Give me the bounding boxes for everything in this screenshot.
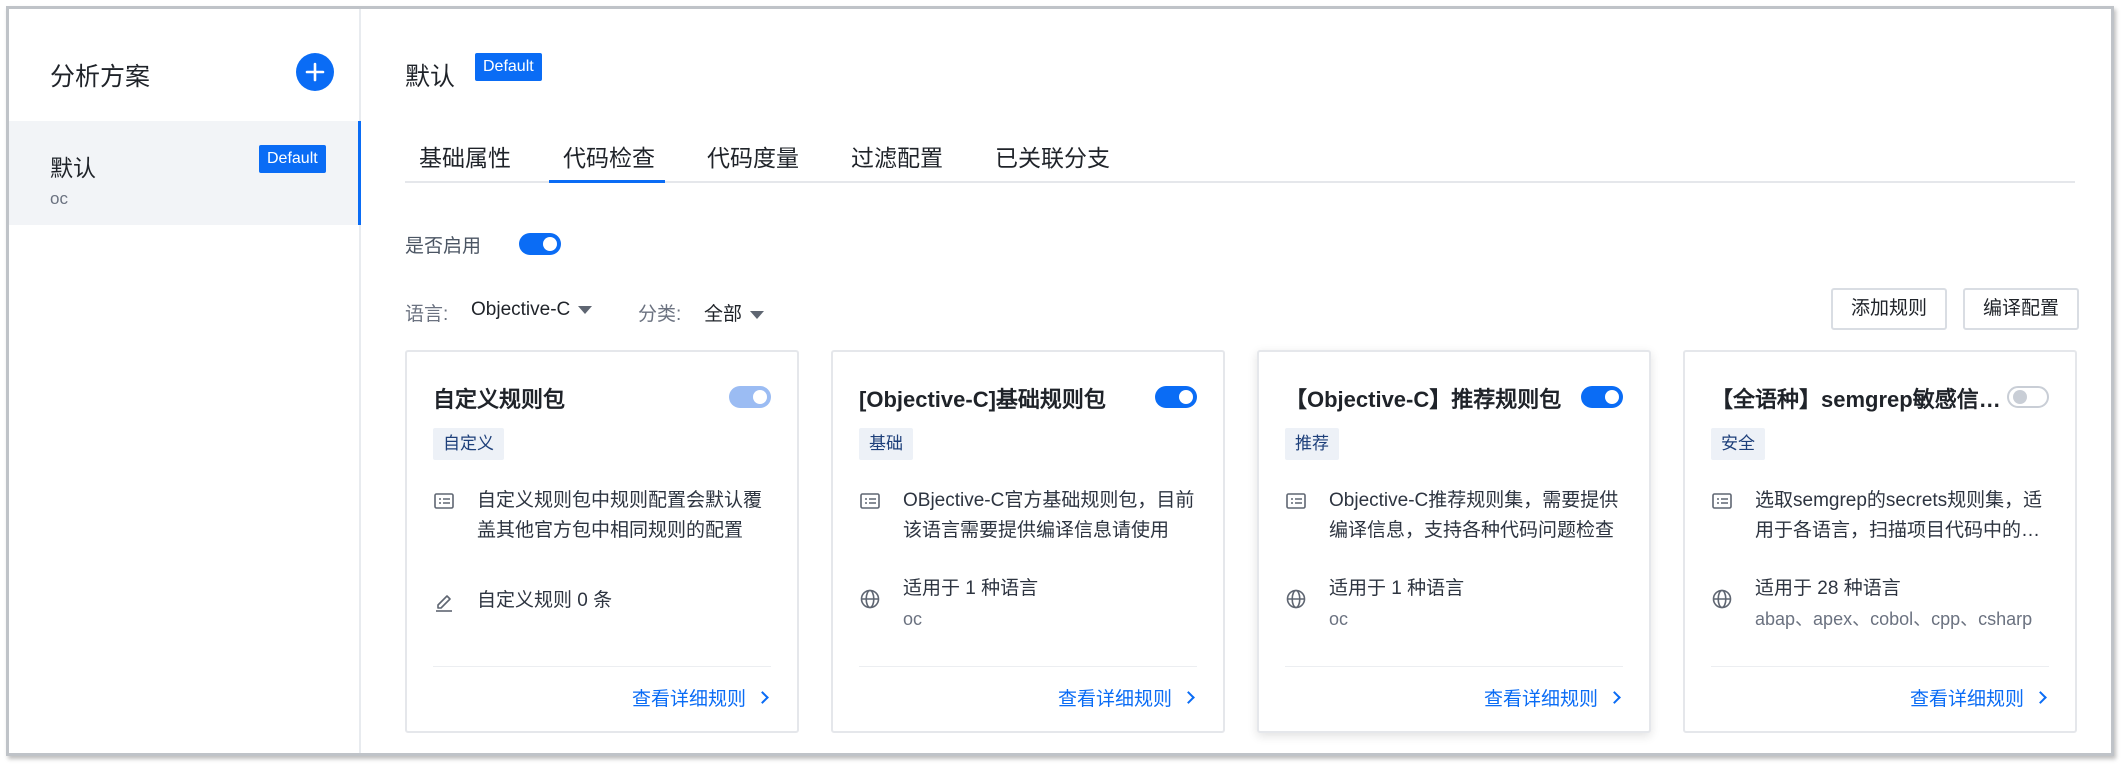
chevron-right-icon (1608, 691, 1621, 705)
category-select-value: 全部 (704, 304, 743, 325)
card-info-sub: oc (903, 609, 923, 629)
language-select[interactable]: Objective-C (471, 299, 593, 321)
card-title: [Objective-C]基础规则包 (859, 387, 1106, 412)
language-select-value: Objective-C (471, 299, 571, 320)
tab-bar: 基础属性 代码检查 代码度量 过滤配置 已关联分支 (405, 121, 2075, 183)
globe-icon (860, 589, 880, 609)
view-rules-label: 查看详细规则 (1483, 689, 1598, 710)
chevron-right-icon (2034, 691, 2047, 705)
window: 分析方案 默认 Default oc 默认 Default 基础属性 代码检查 … (6, 6, 2114, 756)
card-tag: 基础 (859, 428, 913, 460)
globe-icon (1712, 589, 1732, 609)
tab-filter-config[interactable]: 过滤配置 (851, 139, 943, 173)
card-description: 选取semgrep的secrets规则集，适用于各语言，扫描项目代码中的敏感信息 (1755, 490, 2043, 541)
toggle-knob (1179, 390, 1193, 404)
category-filter-label: 分类: (638, 304, 682, 325)
card-tag: 推荐 (1285, 428, 1339, 460)
toggle-knob (543, 237, 557, 251)
tab-basic-properties[interactable]: 基础属性 (419, 139, 511, 173)
view-rules-link[interactable]: 查看详细规则 (631, 684, 769, 711)
card-title: 自定义规则包 (433, 387, 566, 412)
package-toggle[interactable] (1155, 386, 1197, 408)
package-toggle[interactable] (2007, 386, 2049, 408)
card-divider (1711, 666, 2049, 667)
sidebar-item-default[interactable]: 默认 Default oc (9, 121, 361, 225)
caret-down-icon (750, 310, 765, 319)
globe-icon (1286, 589, 1306, 609)
enable-row: 是否启用 (405, 231, 561, 258)
compile-config-button[interactable]: 编译配置 (1963, 288, 2080, 330)
language-filter-label: 语言: (405, 304, 449, 325)
page-title: 默认 (405, 63, 456, 91)
edit-icon (436, 595, 452, 612)
card-divider (1285, 666, 1623, 667)
default-badge: Default (259, 145, 326, 173)
card-title: 【全语种】semgrep敏感信息规则包 (1711, 387, 2001, 412)
caret-down-icon (578, 305, 593, 314)
rule-package-card: 自定义规则包 自定义 自定义规则包中规则配置会默认覆盖其他官方包中相同规则的配置… (405, 350, 799, 733)
card-description: OBjective-C官方基础规则包，目前该语言需要提供编译信息请使用 (903, 490, 1195, 541)
rule-package-card: [Objective-C]基础规则包 基础 OBjective-C官方基础规则包… (831, 350, 1225, 733)
view-rules-link[interactable]: 查看详细规则 (1057, 684, 1195, 711)
package-toggle[interactable] (729, 386, 771, 408)
enable-label: 是否启用 (405, 236, 482, 257)
category-select[interactable]: 全部 (704, 299, 765, 326)
card-description: 自定义规则包中规则配置会默认覆盖其他官方包中相同规则的配置 (477, 490, 763, 541)
card-divider (859, 666, 1197, 667)
view-rules-label: 查看详细规则 (1909, 689, 2024, 710)
add-rule-button[interactable]: 添加规则 (1831, 288, 1948, 330)
toggle-knob (1605, 390, 1619, 404)
add-scheme-button[interactable] (296, 53, 334, 91)
sidebar-item-sub: oc (50, 189, 68, 208)
card-info: 自定义规则 0 条 (477, 590, 613, 611)
view-rules-label: 查看详细规则 (631, 689, 746, 710)
card-tag: 安全 (1711, 428, 1765, 460)
list-icon (860, 493, 880, 509)
tab-code-metrics[interactable]: 代码度量 (707, 139, 799, 173)
toggle-knob (753, 390, 767, 404)
toggle-knob (2013, 390, 2027, 404)
card-divider (433, 666, 771, 667)
package-toggle[interactable] (1581, 386, 1623, 408)
card-info: 适用于 1 种语言 (903, 578, 1039, 599)
chevron-right-icon (1182, 691, 1195, 705)
card-info: 适用于 1 种语言 (1329, 578, 1465, 599)
enable-toggle[interactable] (519, 233, 561, 255)
sidebar: 分析方案 默认 Default oc (9, 9, 361, 753)
chevron-right-icon (756, 691, 769, 705)
main-panel: 默认 Default 基础属性 代码检查 代码度量 过滤配置 已关联分支 是否启… (361, 9, 2111, 753)
view-rules-label: 查看详细规则 (1057, 689, 1172, 710)
default-badge: Default (475, 53, 542, 81)
card-info-sub: oc (1329, 609, 1349, 629)
view-rules-link[interactable]: 查看详细规则 (1909, 684, 2047, 711)
card-title: 【Objective-C】推荐规则包 (1285, 387, 1562, 412)
rule-package-card: 【全语种】semgrep敏感信息规则包 安全 选取semgrep的secrets… (1683, 350, 2077, 733)
card-info-sub: abap、apex、cobol、cpp、csharp (1755, 609, 2033, 629)
card-tag: 自定义 (433, 428, 504, 460)
rule-package-card: 【Objective-C】推荐规则包 推荐 Objective-C推荐规则集，需… (1257, 350, 1651, 733)
tab-linked-branches[interactable]: 已关联分支 (995, 139, 1110, 173)
card-description: Objective-C推荐规则集，需要提供编译信息，支持各种代码问题检查 (1329, 490, 1619, 541)
sidebar-item-label: 默认 (50, 155, 96, 181)
list-icon (1286, 493, 1306, 509)
plus-icon (305, 62, 325, 82)
tab-code-check[interactable]: 代码检查 (563, 139, 655, 173)
list-icon (1712, 493, 1732, 509)
sidebar-title: 分析方案 (50, 63, 151, 91)
view-rules-link[interactable]: 查看详细规则 (1483, 684, 1621, 711)
active-tab-indicator (549, 180, 665, 183)
card-info: 适用于 28 种语言 (1755, 578, 1901, 599)
list-icon (434, 493, 454, 509)
